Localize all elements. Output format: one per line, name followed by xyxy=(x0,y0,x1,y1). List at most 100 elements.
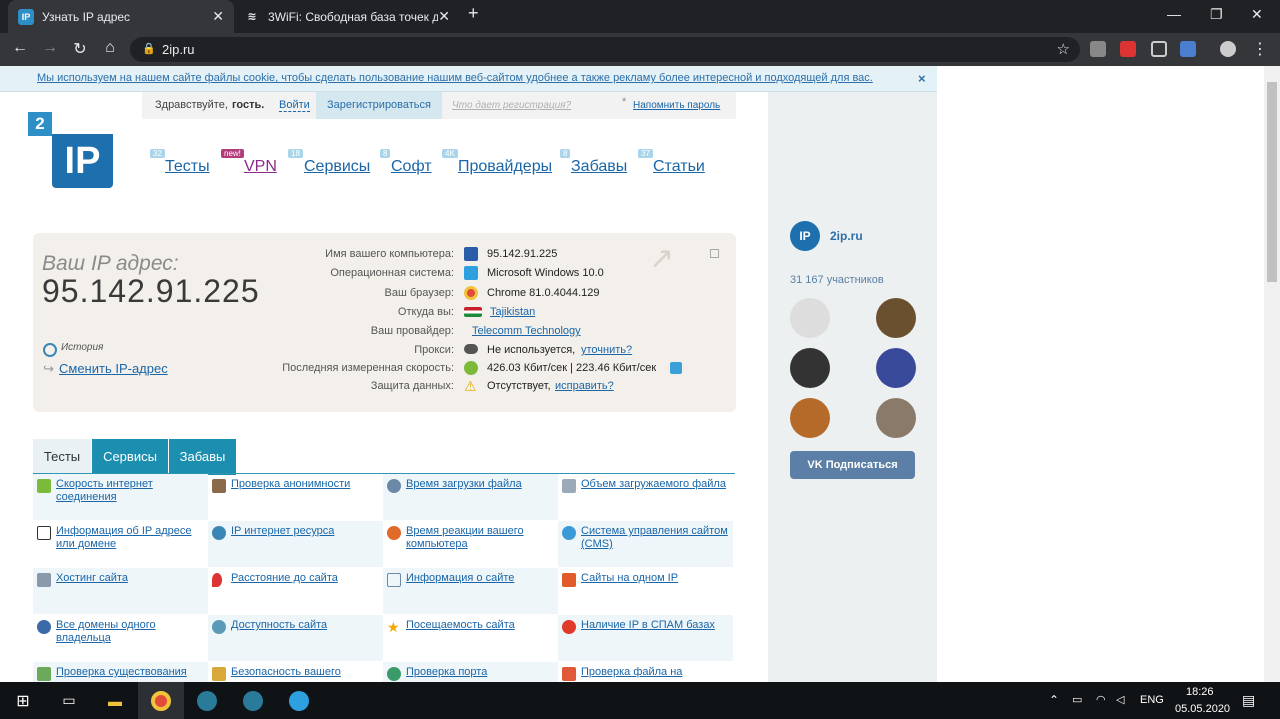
list-item[interactable]: Система управления сайтом (CMS) xyxy=(558,521,733,567)
volume-icon[interactable]: ◁ xyxy=(1116,693,1124,706)
url-input[interactable]: 🔒 2ip.ru ☆ xyxy=(130,37,1080,62)
list-item[interactable]: IP интернет ресурса xyxy=(208,521,383,567)
remind-password-link[interactable]: Напомнить пароль xyxy=(633,100,720,111)
list-item-label[interactable]: IP интернет ресурса xyxy=(231,525,379,538)
list-item[interactable]: Сайты на одном IP xyxy=(558,568,733,614)
list-item-label[interactable]: Объем загружаемого файла xyxy=(581,478,729,491)
list-item[interactable]: ★ Посещаемость сайта xyxy=(383,615,558,661)
telegram-icon[interactable] xyxy=(276,682,322,719)
adblock-icon[interactable] xyxy=(1120,41,1136,57)
language-indicator[interactable]: ENG xyxy=(1140,694,1164,706)
list-item-label[interactable]: Скорость интернет соединения xyxy=(56,478,204,504)
list-item-label[interactable]: Безопасность вашего xyxy=(231,666,379,679)
tab-fun[interactable]: Забавы xyxy=(169,439,236,475)
scrollbar-thumb[interactable] xyxy=(1267,82,1277,282)
list-item-label[interactable]: Время загрузки файла xyxy=(406,478,554,491)
back-icon[interactable]: ← xyxy=(10,39,30,57)
menu-item-vpn[interactable]: VPN xyxy=(244,158,277,176)
maximize-icon[interactable]: ❐ xyxy=(1210,6,1223,23)
history-label[interactable]: История xyxy=(61,342,103,353)
list-item[interactable]: Проверка файла на xyxy=(558,662,733,682)
member-avatar[interactable] xyxy=(790,298,830,338)
extension-icon[interactable] xyxy=(1151,41,1167,57)
list-item[interactable]: Безопасность вашего xyxy=(208,662,383,682)
proxy-check-link[interactable]: уточнить? xyxy=(581,344,632,356)
list-item[interactable]: Скорость интернет соединения xyxy=(33,474,208,520)
menu-item-tests[interactable]: Тесты xyxy=(165,158,210,176)
star-icon[interactable]: ☆ xyxy=(1057,37,1070,62)
vk-group-name[interactable]: 2ip.ru xyxy=(830,229,863,243)
wifi-icon[interactable]: ◠ xyxy=(1096,693,1106,706)
task-view-icon[interactable]: ▭ xyxy=(46,682,92,719)
cookie-text[interactable]: Мы используем на нашем сайте файлы cooki… xyxy=(37,72,873,84)
clock-time[interactable]: 18:26 xyxy=(1186,686,1214,698)
app-taskbar-icon[interactable] xyxy=(184,682,230,719)
country-link[interactable]: Tajikistan xyxy=(490,306,535,318)
vk-subscribe-button[interactable]: VK Подписаться xyxy=(790,451,915,479)
vk-group-avatar[interactable]: IP xyxy=(790,221,820,251)
list-item[interactable]: Проверка существования xyxy=(33,662,208,682)
member-avatar[interactable] xyxy=(876,348,916,388)
register-benefits-link[interactable]: Что дает регистрация? xyxy=(452,100,571,111)
close-tab-icon[interactable]: ✕ xyxy=(438,8,450,25)
change-ip-link[interactable]: Сменить IP-адрес xyxy=(59,361,168,376)
extension-icon[interactable] xyxy=(1090,41,1106,57)
list-item-label[interactable]: Проверка порта xyxy=(406,666,554,679)
fix-link[interactable]: исправить? xyxy=(555,380,614,392)
list-item[interactable]: Расстояние до сайта xyxy=(208,568,383,614)
provider-link[interactable]: Telecomm Technology xyxy=(472,325,581,337)
menu-item-services[interactable]: Сервисы xyxy=(304,158,370,176)
file-explorer-icon[interactable]: ▬ xyxy=(92,682,138,719)
clock-date[interactable]: 05.05.2020 xyxy=(1175,703,1230,715)
register-button[interactable]: Зарегистрироваться xyxy=(316,92,442,119)
list-item[interactable]: Доступность сайта xyxy=(208,615,383,661)
list-item-label[interactable]: Все домены одного владельца xyxy=(56,619,204,645)
list-item-label[interactable]: Хостинг сайта xyxy=(56,572,204,585)
minimize-icon[interactable]: — xyxy=(1167,6,1181,22)
login-link[interactable]: Войти xyxy=(279,99,310,112)
reload-icon[interactable]: ↻ xyxy=(70,39,90,59)
list-item[interactable]: Объем загружаемого файла xyxy=(558,474,733,520)
list-item[interactable]: Информация о сайте xyxy=(383,568,558,614)
site-logo[interactable]: 2 IP xyxy=(28,112,114,188)
list-item[interactable]: Информация об IP адресе или домене xyxy=(33,521,208,567)
home-icon[interactable]: ⌂ xyxy=(100,39,120,57)
menu-item-fun[interactable]: Забавы xyxy=(571,158,627,176)
menu-icon[interactable]: ⋮ xyxy=(1250,39,1270,59)
list-item-label[interactable]: Проверка существования xyxy=(56,666,204,679)
app-taskbar-icon[interactable] xyxy=(230,682,276,719)
chrome-taskbar-icon[interactable] xyxy=(138,682,184,719)
tab-active[interactable]: IP Узнать IP адрес ✕ xyxy=(8,0,234,33)
tab-tests[interactable]: Тесты xyxy=(33,439,91,475)
list-item-label[interactable]: Наличие IP в СПАМ базах xyxy=(581,619,729,632)
list-item-label[interactable]: Проверка файла на xyxy=(581,666,729,679)
member-avatar[interactable] xyxy=(790,348,830,388)
member-avatar[interactable] xyxy=(790,398,830,438)
copy-icon[interactable] xyxy=(710,249,719,258)
avatar-icon[interactable] xyxy=(1220,41,1236,57)
new-tab-button[interactable]: + xyxy=(468,3,479,24)
list-item[interactable]: Хостинг сайта xyxy=(33,568,208,614)
menu-item-providers[interactable]: Провайдеры xyxy=(458,158,552,176)
tab-services[interactable]: Сервисы xyxy=(92,439,168,475)
list-item[interactable]: Наличие IP в СПАМ базах xyxy=(558,615,733,661)
windows-start-icon[interactable]: ⊞ xyxy=(0,682,46,719)
forward-icon[interactable]: → xyxy=(40,39,60,57)
list-item[interactable]: Время загрузки файла xyxy=(383,474,558,520)
refresh-speed-icon[interactable] xyxy=(670,362,682,374)
close-icon[interactable]: × xyxy=(918,71,926,86)
list-item[interactable]: Время реакции вашего компьютера xyxy=(383,521,558,567)
list-item-label[interactable]: Информация об IP адресе или домене xyxy=(56,525,204,551)
close-tab-icon[interactable]: ✕ xyxy=(212,8,224,25)
tab-inactive[interactable]: ≋ 3WiFi: Свободная база точек до ✕ xyxy=(234,0,460,33)
list-item[interactable]: Все домены одного владельца xyxy=(33,615,208,661)
list-item-label[interactable]: Доступность сайта xyxy=(231,619,379,632)
list-item[interactable]: Проверка анонимности xyxy=(208,474,383,520)
list-item-label[interactable]: Время реакции вашего компьютера xyxy=(406,525,554,551)
notifications-icon[interactable]: ▤ xyxy=(1242,692,1255,709)
shield-icon[interactable] xyxy=(1180,41,1196,57)
member-avatar[interactable] xyxy=(876,298,916,338)
close-window-icon[interactable]: ✕ xyxy=(1251,6,1263,23)
list-item-label[interactable]: Сайты на одном IP xyxy=(581,572,729,585)
menu-item-articles[interactable]: Статьи xyxy=(653,158,705,176)
